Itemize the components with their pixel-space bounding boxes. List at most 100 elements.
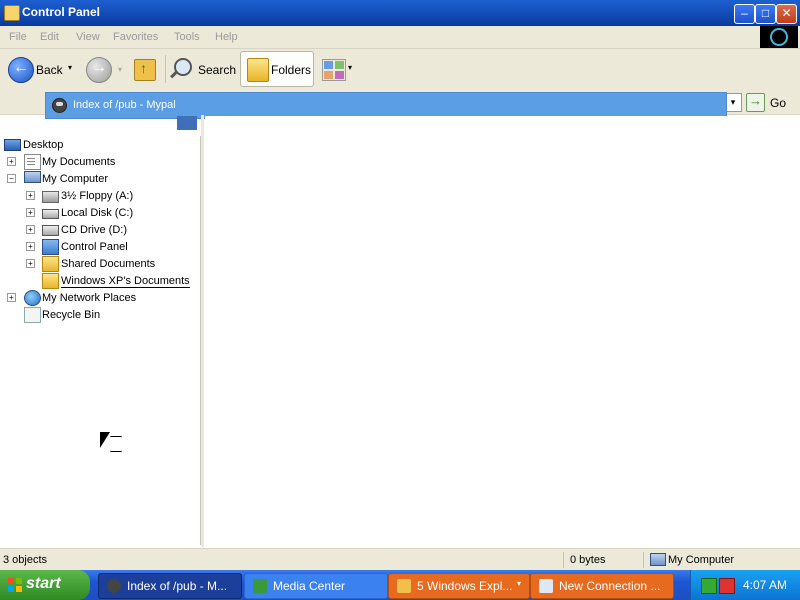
security-tray-icon[interactable] [719, 578, 735, 594]
status-bar: 3 objects 0 bytes My Computer [0, 548, 800, 571]
address-dropdown-item[interactable]: Index of /pub - Mypal [45, 92, 727, 119]
title-bar[interactable]: Control Panel – □ ✕ [0, 0, 800, 26]
taskbar-button-label: Index of /pub - M... [127, 579, 228, 593]
hourglass-icon [110, 436, 122, 452]
expand-toggle-icon[interactable]: + [7, 157, 16, 166]
taskbar: start Index of /pub - M... Media Center … [0, 570, 800, 600]
window-title: Control Panel [22, 5, 101, 19]
tree-item-label: Local Disk (C:) [61, 207, 134, 219]
network-tray-icon[interactable] [701, 578, 717, 594]
menu-bar: File Edit View Favorites Tools Help [0, 26, 800, 49]
taskbar-button-mypal[interactable]: Index of /pub - M... [98, 573, 242, 599]
media-center-icon [253, 579, 267, 593]
expand-toggle-icon[interactable]: + [26, 259, 35, 268]
cursor-arrow [100, 432, 110, 448]
back-button[interactable]: Back ▾ [4, 55, 76, 83]
close-button[interactable]: ✕ [776, 4, 797, 24]
clock[interactable]: 4:07 AM [743, 578, 787, 592]
expand-toggle-icon[interactable]: + [26, 242, 35, 251]
folder-icon [42, 256, 59, 272]
forward-dropdown-caret-icon[interactable]: ▾ [118, 65, 122, 74]
folders-icon [247, 58, 269, 82]
expand-toggle-icon[interactable]: + [26, 225, 35, 234]
menu-edit[interactable]: Edit [40, 31, 59, 43]
back-dropdown-caret-icon[interactable]: ▾ [68, 63, 72, 72]
taskbar-group-windows-explorer[interactable]: 5 Windows Expl... ▾ [388, 573, 530, 599]
taskbar-button-label: Media Center [273, 579, 346, 593]
status-size: 0 bytes [570, 554, 606, 566]
local-disk-icon [42, 209, 59, 219]
folders-label: Folders [271, 63, 312, 77]
folders-button[interactable]: Folders [240, 51, 314, 87]
connection-icon [539, 579, 553, 593]
address-dropdown-item-label: Index of /pub - Mypal [73, 99, 176, 111]
windows-logo [760, 26, 798, 48]
tree-item-label: CD Drive (D:) [61, 224, 127, 236]
forward-button[interactable] [86, 57, 112, 83]
collapse-toggle-icon[interactable]: − [7, 174, 16, 183]
tree-item-label: Recycle Bin [42, 309, 101, 321]
minimize-button[interactable]: – [734, 4, 755, 24]
menu-tools[interactable]: Tools [174, 31, 200, 43]
system-tray: 4:07 AM [690, 570, 800, 600]
start-label: start [26, 575, 61, 592]
desktop-icon [4, 139, 21, 151]
tree-item-label: Shared Documents [61, 258, 156, 270]
go-arrow-icon [746, 93, 765, 112]
tree-item-label: My Computer [42, 173, 109, 185]
status-separator [563, 552, 564, 568]
tree-item-label: My Documents [42, 156, 116, 168]
toolbar-separator [165, 55, 166, 83]
search-icon [174, 58, 192, 76]
expand-toggle-icon[interactable]: + [26, 208, 35, 217]
expand-toggle-icon[interactable]: + [26, 191, 35, 200]
views-button[interactable]: ▾ [320, 57, 356, 81]
tree-item-label: Desktop [23, 139, 64, 151]
cd-drive-icon [42, 225, 59, 236]
mypal-browser-icon [52, 98, 67, 113]
tree-item-label: 3½ Floppy (A:) [61, 190, 134, 202]
tree-item-label: My Network Places [42, 292, 137, 304]
folder-icon [397, 579, 411, 593]
maximize-button[interactable]: □ [755, 4, 776, 24]
content-pane[interactable] [205, 116, 800, 545]
menu-file[interactable]: File [9, 31, 27, 43]
recycle-bin-icon [24, 307, 41, 323]
taskbar-button-label: 5 Windows Expl... [417, 579, 513, 593]
tree-item-label: Windows XP's Documents [61, 275, 190, 288]
back-label: Back [36, 63, 63, 77]
my-computer-icon [650, 553, 666, 566]
my-computer-icon [24, 171, 41, 183]
status-object-count: 3 objects [3, 554, 48, 566]
floppy-drive-icon [42, 191, 59, 203]
go-label: Go [770, 96, 787, 110]
up-folder-button[interactable] [134, 59, 156, 81]
search-button[interactable]: Search [170, 55, 236, 83]
hourglass-cursor-icon [100, 432, 124, 454]
views-dropdown-caret-icon: ▾ [348, 63, 353, 72]
dropdown-edge [177, 116, 197, 130]
pane-splitter[interactable] [201, 115, 204, 547]
views-icon [322, 59, 346, 81]
start-button[interactable]: start [0, 570, 90, 600]
back-arrow-icon [8, 57, 34, 83]
taskbar-group-new-connection[interactable]: New Connection ... [530, 573, 674, 599]
menu-favorites[interactable]: Favorites [113, 31, 158, 43]
throbber-icon [770, 28, 788, 46]
group-caret-icon: ▾ [517, 579, 522, 588]
taskbar-button-media-center[interactable]: Media Center [244, 573, 388, 599]
tree-item-label: Control Panel [61, 241, 128, 253]
my-documents-icon [24, 154, 41, 170]
status-location: My Computer [668, 554, 735, 566]
folder-tree-pane: Desktop + My Documents − My Computer + 3… [0, 136, 201, 545]
control-panel-icon [42, 239, 59, 255]
menu-help[interactable]: Help [215, 31, 238, 43]
search-label: Search [198, 63, 237, 77]
folder-icon [42, 273, 59, 289]
go-button[interactable]: Go [746, 92, 796, 112]
expand-toggle-icon[interactable]: + [7, 293, 16, 302]
menu-view[interactable]: View [76, 31, 100, 43]
mypal-browser-icon [107, 579, 121, 593]
taskbar-button-label: New Connection ... [559, 579, 661, 593]
status-separator [643, 552, 644, 568]
